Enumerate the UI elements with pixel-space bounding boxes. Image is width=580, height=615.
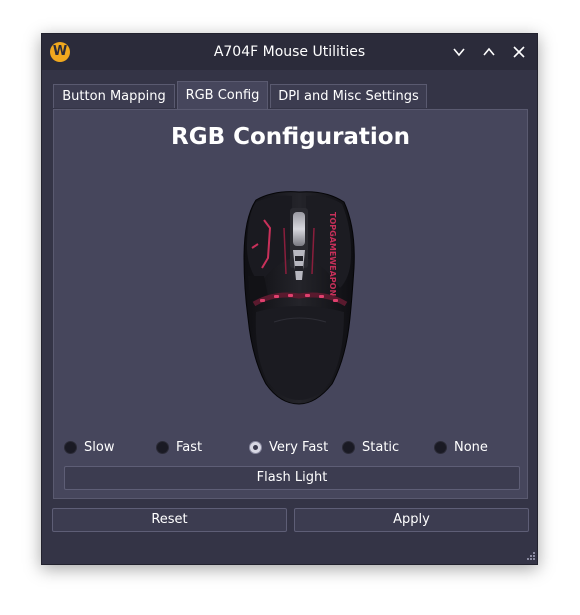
radio-none-label: None bbox=[454, 439, 488, 455]
mouse-brand-text: TOPGAMEWEAPON bbox=[328, 212, 337, 296]
apply-button[interactable]: Apply bbox=[294, 508, 529, 532]
radio-fast[interactable]: Fast bbox=[156, 437, 202, 457]
close-button[interactable] bbox=[509, 42, 529, 62]
mouse-image: TOPGAMEWEAPON bbox=[243, 191, 355, 405]
maximize-button[interactable] bbox=[479, 42, 499, 62]
chevron-up-icon bbox=[483, 47, 495, 56]
radio-very-fast-label: Very Fast bbox=[269, 439, 329, 455]
app-logo-icon: W bbox=[50, 42, 70, 62]
radio-indicator[interactable] bbox=[434, 440, 447, 454]
radio-slow-label: Slow bbox=[84, 439, 115, 455]
close-icon bbox=[513, 46, 525, 58]
radio-very-fast[interactable]: Very Fast bbox=[249, 437, 328, 457]
radio-indicator[interactable] bbox=[64, 440, 77, 454]
tab-button-mapping[interactable]: Button Mapping bbox=[53, 84, 175, 108]
page-title: RGB Configuration bbox=[171, 124, 410, 150]
chevron-down-icon bbox=[453, 48, 465, 57]
radio-indicator-checked[interactable] bbox=[249, 440, 262, 454]
flash-light-button[interactable]: Flash Light bbox=[64, 466, 520, 490]
radio-none[interactable]: None bbox=[434, 437, 488, 457]
rgb-config-panel: RGB Configuration TOPGAMEWEAPON Slow Fas… bbox=[53, 109, 528, 499]
radio-static-label: Static bbox=[362, 439, 400, 455]
resize-grip-icon[interactable] bbox=[525, 552, 535, 562]
light-speed-radio-group: Slow Fast Very Fast Static None bbox=[54, 437, 527, 457]
radio-fast-label: Fast bbox=[176, 439, 203, 455]
title-bar[interactable]: W A704F Mouse Utilities bbox=[42, 34, 537, 70]
radio-indicator[interactable] bbox=[156, 440, 169, 454]
app-window: W A704F Mouse Utilities Button Mapping R… bbox=[41, 33, 538, 565]
radio-indicator[interactable] bbox=[342, 440, 355, 454]
radio-slow[interactable]: Slow bbox=[64, 437, 114, 457]
reset-button[interactable]: Reset bbox=[52, 508, 287, 532]
tab-dpi-misc-settings[interactable]: DPI and Misc Settings bbox=[270, 84, 427, 108]
tab-rgb-config[interactable]: RGB Config bbox=[177, 81, 268, 109]
minimize-button[interactable] bbox=[449, 42, 469, 62]
radio-static[interactable]: Static bbox=[342, 437, 399, 457]
